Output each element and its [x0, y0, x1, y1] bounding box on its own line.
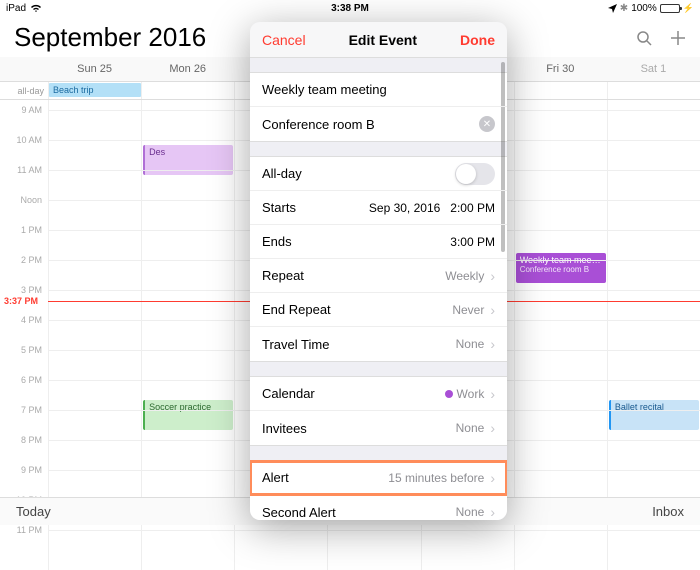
now-time-label: 3:37 PM	[4, 296, 38, 306]
repeat-row[interactable]: Repeat Weekly ›	[250, 259, 507, 293]
edit-event-modal: Cancel Edit Event Done Weekly team meeti…	[250, 22, 507, 520]
hour-label: 4 PM	[21, 315, 42, 325]
invitees-row[interactable]: Invitees None ›	[250, 411, 507, 445]
charging-icon: ⚡	[683, 3, 694, 14]
calendar-row[interactable]: Calendar Work ›	[250, 377, 507, 411]
day-header[interactable]: Sun 25	[48, 57, 141, 81]
hour-label: 11 AM	[17, 165, 42, 175]
hour-label: 2 PM	[21, 255, 42, 265]
calendar-event[interactable]: Weekly team meeting Conference room B	[516, 253, 606, 283]
all-day-row: All-day	[250, 157, 507, 191]
hour-label: Noon	[20, 195, 42, 205]
hour-label: 6 PM	[21, 375, 42, 385]
all-day-toggle[interactable]	[455, 163, 495, 185]
today-button[interactable]: Today	[16, 504, 51, 519]
hour-label: 3 PM	[21, 285, 42, 295]
modal-body[interactable]: Weekly team meeting Conference room B ✕ …	[250, 58, 507, 520]
event-title-field[interactable]: Weekly team meeting	[250, 73, 507, 107]
location-icon	[608, 4, 617, 13]
chevron-right-icon: ›	[490, 386, 495, 402]
hour-label: 10 AM	[16, 135, 42, 145]
status-time: 3:38 PM	[235, 3, 464, 14]
search-icon[interactable]	[636, 30, 652, 46]
wifi-icon	[30, 4, 42, 13]
day-header[interactable]: Sat 1	[607, 57, 700, 81]
inbox-button[interactable]: Inbox	[652, 504, 684, 519]
page-title: September 2016	[14, 22, 206, 53]
day-header[interactable]: Mon 26	[141, 57, 234, 81]
chevron-right-icon: ›	[490, 336, 495, 352]
bluetooth-icon: ✱	[620, 3, 628, 14]
month-label: September	[14, 22, 141, 52]
battery-icon	[660, 4, 680, 13]
status-bar: iPad 3:38 PM ✱ 100% ⚡	[0, 0, 700, 16]
hour-label: 5 PM	[21, 345, 42, 355]
all-day-label: all-day	[0, 82, 48, 99]
ends-row[interactable]: Ends 3:00 PM	[250, 225, 507, 259]
end-repeat-row[interactable]: End Repeat Never ›	[250, 293, 507, 327]
all-day-event[interactable]: Beach trip	[49, 83, 141, 97]
chevron-right-icon: ›	[490, 470, 495, 486]
chevron-right-icon: ›	[490, 302, 495, 318]
clear-icon[interactable]: ✕	[479, 116, 495, 132]
chevron-right-icon: ›	[490, 268, 495, 284]
year-label: 2016	[148, 22, 206, 52]
alert-row[interactable]: Alert 15 minutes before ›	[250, 461, 507, 495]
hour-label: 11 PM	[17, 525, 42, 535]
starts-row[interactable]: Starts Sep 30, 2016 2:00 PM	[250, 191, 507, 225]
chevron-right-icon: ›	[490, 504, 495, 520]
cancel-button[interactable]: Cancel	[262, 32, 306, 48]
second-alert-row[interactable]: Second Alert None ›	[250, 495, 507, 520]
hour-line	[48, 530, 700, 531]
modal-header: Cancel Edit Event Done	[250, 22, 507, 58]
hour-label: 9 PM	[21, 465, 42, 475]
travel-time-row[interactable]: Travel Time None ›	[250, 327, 507, 361]
hour-label: 9 AM	[21, 105, 42, 115]
battery-percent: 100%	[631, 3, 657, 14]
chevron-right-icon: ›	[490, 420, 495, 436]
calendar-color-dot	[445, 390, 453, 398]
day-header[interactable]: Fri 30	[514, 57, 607, 81]
modal-title: Edit Event	[349, 32, 417, 48]
hour-label: 8 PM	[21, 435, 42, 445]
event-location-field[interactable]: Conference room B ✕	[250, 107, 507, 141]
add-icon[interactable]	[670, 30, 686, 46]
hour-label: 1 PM	[21, 225, 42, 235]
carrier-label: iPad	[6, 3, 26, 14]
hour-label: 7 PM	[21, 405, 42, 415]
calendar-event[interactable]: Soccer practice	[143, 400, 233, 430]
done-button[interactable]: Done	[460, 32, 495, 48]
calendar-event[interactable]: Ballet recital	[609, 400, 699, 430]
